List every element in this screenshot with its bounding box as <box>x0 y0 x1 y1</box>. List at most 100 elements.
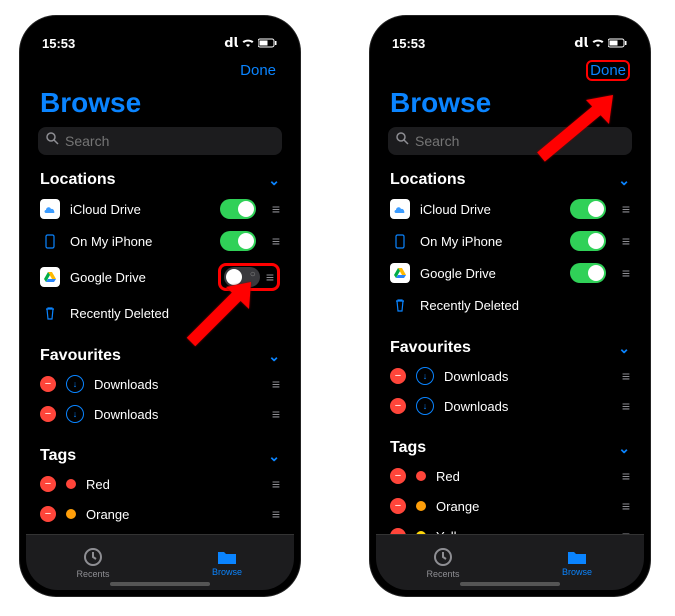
annotation-arrow <box>531 92 621 167</box>
toggle-iphone[interactable] <box>220 231 256 251</box>
toggle-icloud[interactable] <box>570 199 606 219</box>
location-iphone[interactable]: On My iPhone ≡ <box>376 225 644 257</box>
favourite-downloads-2[interactable]: − ↓ Downloads ≡ <box>376 391 644 421</box>
favourite-downloads-2[interactable]: − ↓ Downloads ≡ <box>26 399 294 429</box>
iphone-label: On My iPhone <box>420 234 560 249</box>
drag-handle-icon[interactable]: ≡ <box>266 269 274 285</box>
gdrive-label: Google Drive <box>420 266 560 281</box>
locations-label: Locations <box>40 171 116 189</box>
signal-icon: 𝗱𝗹 <box>224 35 238 51</box>
home-indicator[interactable] <box>110 582 210 586</box>
drag-handle-icon[interactable]: ≡ <box>272 476 280 492</box>
remove-icon[interactable]: − <box>40 376 56 392</box>
tag-orange[interactable]: − Orange ≡ <box>376 491 644 521</box>
location-gdrive[interactable]: Google Drive ≡ <box>376 257 644 289</box>
chevron-down-icon: ⌄ <box>268 172 280 189</box>
battery-icon <box>608 36 628 51</box>
remove-icon[interactable]: − <box>40 476 56 492</box>
location-icloud[interactable]: iCloud Drive ≡ <box>376 193 644 225</box>
downloads-label: Downloads <box>444 369 606 384</box>
section-header-tags[interactable]: Tags ⌄ <box>376 431 644 461</box>
tag-red[interactable]: − Red ≡ <box>26 469 294 499</box>
drag-handle-icon[interactable]: ≡ <box>622 368 630 384</box>
toggle-icloud[interactable] <box>220 199 256 219</box>
phone-right: 15:53 𝗱𝗹 Done Browse <box>370 16 650 596</box>
drag-handle-icon[interactable]: ≡ <box>272 506 280 522</box>
search-input[interactable] <box>65 133 274 149</box>
drag-handle-icon[interactable]: ≡ <box>272 376 280 392</box>
screen-left: 15:53 𝗱𝗹 Done Browse <box>26 22 294 590</box>
notch <box>450 16 570 36</box>
drag-handle-icon[interactable]: ≡ <box>272 406 280 422</box>
drag-handle-icon[interactable]: ≡ <box>622 265 630 281</box>
section-header-locations[interactable]: Locations ⌄ <box>26 163 294 193</box>
tag-orange[interactable]: − Orange ≡ <box>26 499 294 529</box>
search-bar[interactable] <box>38 127 282 155</box>
battery-icon <box>258 36 278 51</box>
download-icon: ↓ <box>416 367 434 385</box>
tag-orange-label: Orange <box>436 499 606 514</box>
annotation-arrow <box>181 277 261 352</box>
deleted-label: Recently Deleted <box>420 298 630 313</box>
toggle-gdrive[interactable] <box>570 263 606 283</box>
iphone-icon <box>40 231 60 251</box>
phone-left: 15:53 𝗱𝗹 Done Browse <box>20 16 300 596</box>
chevron-down-icon: ⌄ <box>618 172 630 189</box>
location-iphone[interactable]: On My iPhone ≡ <box>26 225 294 257</box>
remove-icon[interactable]: − <box>40 506 56 522</box>
section-header-tags[interactable]: Tags ⌄ <box>26 439 294 469</box>
remove-icon[interactable]: − <box>390 368 406 384</box>
section-header-locations[interactable]: Locations ⌄ <box>376 163 644 193</box>
remove-icon[interactable]: − <box>390 398 406 414</box>
favourite-downloads-1[interactable]: − ↓ Downloads ≡ <box>376 361 644 391</box>
tag-dot-red <box>66 479 76 489</box>
toggle-iphone[interactable] <box>570 231 606 251</box>
status-time: 15:53 <box>392 36 425 51</box>
chevron-down-icon: ⌄ <box>618 440 630 457</box>
tag-dot-orange <box>66 509 76 519</box>
iphone-label: On My iPhone <box>70 234 210 249</box>
drag-handle-icon[interactable]: ≡ <box>272 233 280 249</box>
gdrive-icon <box>390 263 410 283</box>
tab-recents-label: Recents <box>426 569 459 579</box>
chevron-down-icon: ⌄ <box>268 448 280 465</box>
search-icon <box>46 132 59 150</box>
wifi-icon <box>241 36 255 51</box>
drag-handle-icon[interactable]: ≡ <box>622 498 630 514</box>
tag-dot-red <box>416 471 426 481</box>
trash-icon <box>390 295 410 315</box>
page-title: Browse <box>26 85 294 125</box>
favourites-label: Favourites <box>390 339 471 357</box>
drag-handle-icon[interactable]: ≡ <box>622 201 630 217</box>
drag-handle-icon[interactable]: ≡ <box>272 201 280 217</box>
remove-icon[interactable]: − <box>390 498 406 514</box>
tags-label: Tags <box>390 439 426 457</box>
tag-red-label: Red <box>436 469 606 484</box>
tag-red[interactable]: − Red ≡ <box>376 461 644 491</box>
tab-browse-label: Browse <box>562 567 592 577</box>
tag-dot-orange <box>416 501 426 511</box>
done-button[interactable]: Done <box>586 60 630 81</box>
favourite-downloads-1[interactable]: − ↓ Downloads ≡ <box>26 369 294 399</box>
home-indicator[interactable] <box>460 582 560 586</box>
tag-red-label: Red <box>86 477 256 492</box>
tag-yellow[interactable]: − Yellow ≡ <box>376 521 644 534</box>
location-deleted[interactable]: Recently Deleted <box>376 289 644 321</box>
downloads-label: Downloads <box>94 407 256 422</box>
tab-recents-label: Recents <box>76 569 109 579</box>
remove-icon[interactable]: − <box>390 468 406 484</box>
section-header-favourites[interactable]: Favourites ⌄ <box>376 331 644 361</box>
remove-icon[interactable]: − <box>40 406 56 422</box>
drag-handle-icon[interactable]: ≡ <box>622 468 630 484</box>
icloud-label: iCloud Drive <box>420 202 560 217</box>
done-button[interactable]: Done <box>236 60 280 81</box>
tags-label: Tags <box>40 447 76 465</box>
locations-label: Locations <box>390 171 466 189</box>
favourites-label: Favourites <box>40 347 121 365</box>
download-icon: ↓ <box>66 375 84 393</box>
location-icloud[interactable]: iCloud Drive ≡ <box>26 193 294 225</box>
drag-handle-icon[interactable]: ≡ <box>622 233 630 249</box>
nav-bar: Done <box>376 56 644 85</box>
drag-handle-icon[interactable]: ≡ <box>622 398 630 414</box>
trash-icon <box>40 303 60 323</box>
